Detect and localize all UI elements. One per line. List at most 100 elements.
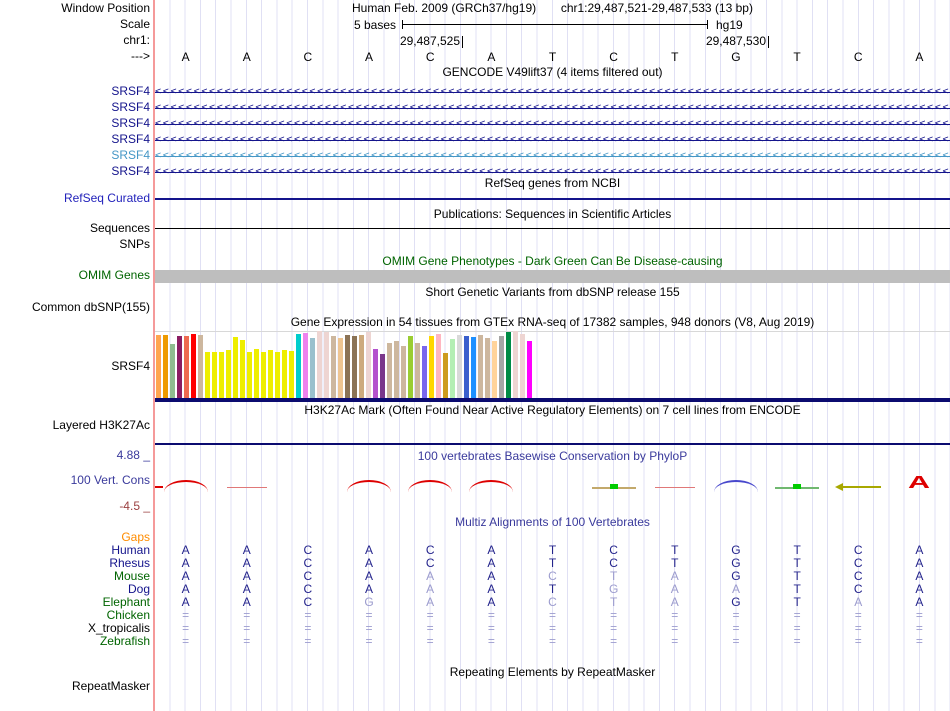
multiz-species-label[interactable]: Zebrafish bbox=[0, 635, 150, 648]
gtex-gene-model-line[interactable] bbox=[155, 398, 950, 402]
gtex-tissue-bar[interactable] bbox=[520, 334, 525, 398]
gtex-tissue-bar[interactable] bbox=[338, 338, 343, 398]
gtex-tissue-bar[interactable] bbox=[317, 331, 322, 398]
sequence-base[interactable]: G bbox=[705, 51, 766, 64]
gtex-tissue-bar[interactable] bbox=[506, 332, 511, 398]
sequence-base[interactable]: A bbox=[155, 51, 216, 64]
vert-cons-label[interactable]: 100 Vert. Cons bbox=[0, 474, 150, 487]
gtex-tissue-bar[interactable] bbox=[240, 340, 245, 398]
omim-gene-bar[interactable] bbox=[155, 270, 950, 283]
gtex-tissue-bar[interactable] bbox=[359, 335, 364, 398]
gtex-tissue-bar[interactable] bbox=[457, 335, 462, 398]
phylop-flat[interactable] bbox=[654, 487, 695, 488]
snps-label[interactable]: SNPs bbox=[0, 238, 150, 251]
sequence-base[interactable]: T bbox=[644, 51, 705, 64]
gtex-tissue-bar[interactable] bbox=[310, 338, 315, 398]
gencode-transcript-label[interactable]: SRSF4 bbox=[0, 165, 150, 178]
gtex-tissue-bar[interactable] bbox=[289, 351, 294, 398]
gencode-transcript-label[interactable]: SRSF4 bbox=[0, 101, 150, 114]
gtex-tissue-bar[interactable] bbox=[219, 352, 224, 398]
gtex-tissue-bar[interactable] bbox=[331, 336, 336, 398]
gencode-transcript-label[interactable]: SRSF4 bbox=[0, 133, 150, 146]
gtex-tissue-bar[interactable] bbox=[352, 336, 357, 398]
gtex-tissue-bar[interactable] bbox=[485, 338, 490, 398]
sequences-label[interactable]: Sequences bbox=[0, 222, 150, 235]
sequence-base[interactable]: T bbox=[767, 51, 828, 64]
gtex-tissue-bar[interactable] bbox=[499, 336, 504, 398]
gtex-tissue-bar[interactable] bbox=[261, 352, 266, 398]
gencode-transcript-label[interactable]: SRSF4 bbox=[0, 85, 150, 98]
refseq-gene-line[interactable] bbox=[155, 198, 950, 200]
gtex-tissue-bar[interactable] bbox=[254, 349, 259, 398]
strand-direction-label[interactable]: ---> bbox=[0, 50, 150, 63]
gtex-tissue-bar[interactable] bbox=[198, 335, 203, 398]
sequence-base[interactable]: A bbox=[216, 51, 277, 64]
gtex-tissue-bar[interactable] bbox=[401, 346, 406, 398]
gtex-tissue-bar[interactable] bbox=[296, 334, 301, 398]
gtex-tissue-bar[interactable] bbox=[478, 335, 483, 398]
repeatmasker-label[interactable]: RepeatMasker bbox=[0, 680, 150, 693]
gtex-tissue-bar[interactable] bbox=[170, 344, 175, 398]
omim-genes-label[interactable]: OMIM Genes bbox=[0, 269, 150, 282]
gencode-transcript-label[interactable]: SRSF4 bbox=[0, 149, 150, 162]
gtex-tissue-bar[interactable] bbox=[366, 332, 371, 398]
gtex-tissue-bar[interactable] bbox=[282, 350, 287, 398]
gtex-tissue-bar[interactable] bbox=[380, 354, 385, 398]
gencode-transcript-label[interactable]: SRSF4 bbox=[0, 117, 150, 130]
gtex-tissue-bar[interactable] bbox=[247, 352, 252, 398]
gtex-expression-bar-chart[interactable] bbox=[156, 331, 936, 398]
phylop-flat[interactable] bbox=[226, 487, 267, 488]
gtex-tissue-bar[interactable] bbox=[205, 352, 210, 398]
sequence-base[interactable]: A bbox=[889, 51, 950, 64]
gencode-transcript[interactable]: <<<<<<<<<<<<<<<<<<<<<<<<<<<<<<<<<<<<<<<<… bbox=[155, 132, 950, 148]
gtex-tissue-bar[interactable] bbox=[443, 353, 448, 398]
refseq-curated-label[interactable]: RefSeq Curated bbox=[0, 192, 150, 205]
gtex-tissue-bar[interactable] bbox=[394, 341, 399, 398]
gencode-transcript[interactable]: <<<<<<<<<<<<<<<<<<<<<<<<<<<<<<<<<<<<<<<<… bbox=[155, 148, 950, 164]
phylop-mixed[interactable] bbox=[775, 482, 820, 492]
gtex-gene-label[interactable]: SRSF4 bbox=[0, 360, 150, 373]
gtex-tissue-bar[interactable] bbox=[464, 336, 469, 398]
gtex-tissue-bar[interactable] bbox=[177, 336, 182, 398]
gtex-tissue-bar[interactable] bbox=[303, 333, 308, 398]
sequence-base[interactable]: A bbox=[338, 51, 399, 64]
publications-item-line[interactable] bbox=[155, 228, 950, 229]
multiz-base-row[interactable]: = = = = = = = = = = = = = bbox=[155, 635, 950, 648]
sequence-base[interactable]: C bbox=[583, 51, 644, 64]
gencode-transcript[interactable]: <<<<<<<<<<<<<<<<<<<<<<<<<<<<<<<<<<<<<<<<… bbox=[155, 164, 950, 180]
gtex-tissue-bar[interactable] bbox=[415, 343, 420, 398]
gtex-tissue-bar[interactable] bbox=[429, 336, 434, 398]
gtex-tissue-bar[interactable] bbox=[373, 349, 378, 398]
gencode-transcript[interactable]: <<<<<<<<<<<<<<<<<<<<<<<<<<<<<<<<<<<<<<<<… bbox=[155, 84, 950, 100]
gencode-transcript[interactable]: <<<<<<<<<<<<<<<<<<<<<<<<<<<<<<<<<<<<<<<<… bbox=[155, 116, 950, 132]
gtex-tissue-bar[interactable] bbox=[212, 352, 217, 398]
phylop-mixed[interactable] bbox=[591, 482, 636, 492]
gtex-tissue-bar[interactable] bbox=[513, 331, 518, 398]
gtex-tissue-bar[interactable] bbox=[408, 336, 413, 398]
sequence-base[interactable]: A bbox=[461, 51, 522, 64]
gtex-tissue-bar[interactable] bbox=[450, 339, 455, 398]
gtex-tissue-bar[interactable] bbox=[387, 343, 392, 398]
sequence-base[interactable]: C bbox=[277, 51, 338, 64]
gtex-tissue-bar[interactable] bbox=[275, 352, 280, 398]
gtex-tissue-bar[interactable] bbox=[226, 350, 231, 398]
gtex-tissue-bar[interactable] bbox=[492, 341, 497, 398]
gtex-tissue-bar[interactable] bbox=[527, 341, 532, 398]
common-dbsnp-label[interactable]: Common dbSNP(155) bbox=[0, 301, 150, 314]
coordinate-right[interactable]: 29,487,530 bbox=[155, 34, 769, 48]
gtex-tissue-bar[interactable] bbox=[184, 336, 189, 398]
gtex-tissue-bar[interactable] bbox=[436, 334, 441, 398]
sequence-base[interactable]: C bbox=[828, 51, 889, 64]
gtex-tissue-bar[interactable] bbox=[163, 335, 168, 398]
gtex-tissue-bar[interactable] bbox=[345, 335, 350, 398]
gencode-transcript[interactable]: <<<<<<<<<<<<<<<<<<<<<<<<<<<<<<<<<<<<<<<<… bbox=[155, 100, 950, 116]
layered-h3k27ac-label[interactable]: Layered H3K27Ac bbox=[0, 419, 150, 432]
gtex-tissue-bar[interactable] bbox=[156, 335, 161, 398]
sequence-base[interactable]: C bbox=[400, 51, 461, 64]
sequence-base[interactable]: T bbox=[522, 51, 583, 64]
phylop-arrow[interactable] bbox=[835, 483, 882, 491]
gtex-tissue-bar[interactable] bbox=[471, 337, 476, 398]
h3k27ac-baseline[interactable] bbox=[155, 443, 950, 445]
gtex-tissue-bar[interactable] bbox=[324, 332, 329, 398]
gtex-tissue-bar[interactable] bbox=[191, 334, 196, 398]
